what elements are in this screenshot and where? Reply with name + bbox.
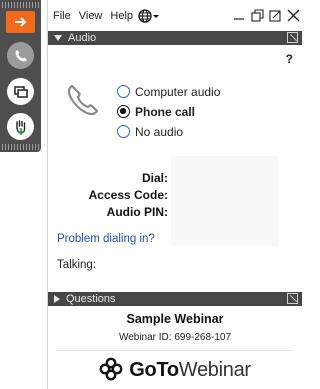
audio-pin-label: Audio PIN:: [106, 205, 168, 219]
talking-label: Talking:: [57, 259, 96, 271]
audio-help-button[interactable]: ?: [286, 52, 293, 66]
grip-top[interactable]: [2, 2, 39, 8]
option-label: No audio: [135, 124, 184, 139]
brand-wordmark: GoToWebinar: [129, 359, 251, 382]
option-label: Computer audio: [135, 84, 221, 99]
menu-view[interactable]: View: [77, 10, 105, 22]
expand-triangle-icon[interactable]: [54, 295, 60, 303]
questions-section-header[interactable]: Questions: [48, 292, 302, 306]
webinar-title: Sample Webinar: [126, 312, 224, 326]
arrow-right-icon[interactable]: [6, 11, 35, 33]
screen-share-icon[interactable]: [7, 78, 34, 105]
popout-icon[interactable]: [268, 7, 282, 23]
questions-section-title: Questions: [66, 293, 116, 305]
restore-icon[interactable]: [250, 7, 264, 23]
grip-bottom[interactable]: [2, 144, 39, 150]
divider: [56, 350, 294, 351]
gotowebinar-control-panel: File View Help Audio ? Computer audio Ph…: [0, 0, 302, 389]
menu-file[interactable]: File: [51, 10, 73, 22]
gotowebinar-logo: GoToWebinar: [48, 357, 302, 384]
main-panel: File View Help Audio ? Computer audio Ph…: [47, 0, 302, 389]
option-label: Phone call: [135, 104, 196, 119]
raise-hand-icon[interactable]: [7, 113, 34, 140]
minimize-icon[interactable]: [232, 7, 246, 23]
brand-webinar: Webinar: [178, 359, 251, 381]
dial-info-labels: Dial: Access Code: Audio PIN:: [89, 170, 168, 221]
radio-phone-call[interactable]: [117, 105, 130, 118]
audio-mode-options: Computer audio Phone call No audio: [117, 82, 220, 142]
option-phone-call[interactable]: Phone call: [117, 102, 220, 121]
window-controls: [232, 7, 300, 23]
phone-icon[interactable]: [7, 42, 34, 69]
collapse-triangle-icon[interactable]: [54, 35, 62, 41]
menu-help[interactable]: Help: [108, 10, 135, 22]
dial-info-box: [171, 156, 278, 246]
audio-popout-icon[interactable]: [287, 32, 298, 43]
option-no-audio[interactable]: No audio: [117, 122, 220, 141]
dial-label: Dial:: [141, 171, 168, 185]
side-toolbar: [0, 0, 41, 152]
questions-popout-icon[interactable]: [287, 293, 298, 304]
menu-bar: File View Help: [48, 0, 302, 31]
option-computer-audio[interactable]: Computer audio: [117, 82, 220, 101]
problem-dialing-link[interactable]: Problem dialing in?: [57, 233, 155, 245]
audio-section-header[interactable]: Audio: [48, 31, 302, 45]
webinar-id: Webinar ID: 699-268-107: [118, 332, 232, 343]
close-icon[interactable]: [286, 7, 300, 23]
radio-no-audio[interactable]: [117, 125, 130, 138]
brand-goto: GoTo: [129, 359, 179, 381]
phone-handset-icon: [64, 80, 104, 123]
access-code-label: Access Code:: [88, 188, 168, 202]
audio-section-title: Audio: [68, 32, 97, 44]
language-globe-icon[interactable]: [138, 8, 160, 23]
gotowebinar-flower-icon: [99, 357, 123, 384]
radio-computer-audio[interactable]: [117, 85, 130, 98]
